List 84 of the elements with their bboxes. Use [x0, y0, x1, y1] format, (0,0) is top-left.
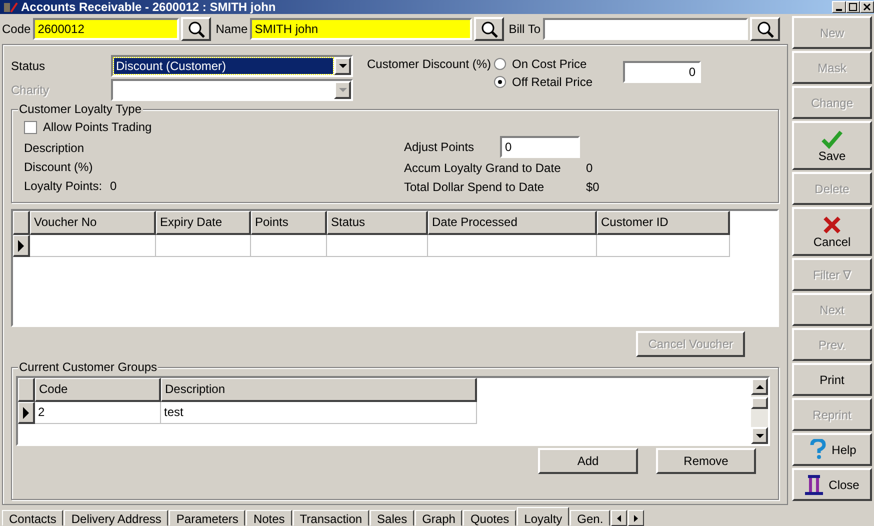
maximize-icon: [849, 3, 857, 11]
field-label: Loyalty Points:: [24, 178, 102, 195]
tab-scroll-left-button[interactable]: [611, 510, 628, 526]
tab[interactable]: Quotes: [463, 510, 516, 526]
radio-option[interactable]: On Cost Price: [494, 55, 593, 73]
column-header[interactable]: Status: [327, 211, 428, 235]
tab[interactable]: Notes: [246, 510, 292, 526]
close-button[interactable]: [860, 1, 874, 13]
doorway-icon: [804, 474, 823, 495]
app-logo-icon: [4, 2, 18, 12]
action-button[interactable]: Add: [538, 448, 638, 474]
search-button[interactable]: [474, 17, 504, 41]
field-label: Accum Loyalty Grand to Date: [404, 160, 562, 176]
tab[interactable]: Graph: [415, 510, 462, 526]
side-button[interactable]: Help: [792, 433, 872, 466]
field-label: Adjust Points: [404, 139, 476, 156]
arrow-right-icon: [634, 514, 638, 522]
search-button[interactable]: [180, 17, 211, 41]
check-icon: [821, 128, 843, 148]
scroll-down-icon: [756, 434, 764, 438]
field-label: Customer Discount (%): [367, 56, 492, 73]
action-button[interactable]: Remove: [656, 448, 756, 474]
question-mark-icon: [808, 439, 826, 460]
table-cell: 2: [35, 402, 161, 424]
text-field[interactable]: SMITH john: [250, 18, 472, 40]
field-label: Charity: [11, 82, 50, 99]
column-header[interactable]: Voucher No: [30, 211, 156, 235]
maximize-button[interactable]: [846, 1, 860, 13]
side-button[interactable]: Cancel: [792, 207, 872, 256]
column-header[interactable]: Points: [251, 211, 327, 235]
column-header[interactable]: Expiry Date: [156, 211, 251, 235]
window-title: Accounts Receivable - 2600012 : SMITH john: [21, 0, 276, 14]
row-indicator[interactable]: [13, 235, 30, 257]
number-field[interactable]: 0: [622, 61, 701, 83]
field-label: Bill To: [508, 21, 540, 38]
tab[interactable]: Loyalty: [517, 507, 570, 526]
tab[interactable]: Contacts: [2, 510, 64, 526]
dropdown-arrow-icon: [338, 88, 346, 92]
row-pointer-icon: [22, 406, 30, 418]
field-value: 0: [586, 160, 593, 176]
group-title: Customer Loyalty Type: [18, 102, 143, 116]
scroll-up-icon: [756, 384, 764, 388]
row-pointer-icon: [17, 240, 25, 252]
side-button[interactable]: Save: [792, 121, 872, 170]
row-indicator[interactable]: [18, 402, 35, 424]
tab[interactable]: Sales: [370, 510, 414, 526]
group-title: Current Customer Groups: [18, 360, 158, 374]
text-field[interactable]: 0: [500, 136, 580, 158]
field-label: Discount (%): [24, 159, 93, 176]
side-button[interactable]: Close: [792, 468, 872, 501]
minimize-button[interactable]: [832, 1, 846, 13]
radio-option[interactable]: Off Retail Price: [494, 73, 593, 91]
column-header[interactable]: Code: [35, 378, 161, 402]
text-field[interactable]: 2600012: [32, 18, 179, 40]
column-header[interactable]: Description: [161, 378, 477, 402]
search-icon: [186, 20, 205, 38]
text-field[interactable]: [542, 18, 748, 40]
dropdown-field[interactable]: Discount (Customer): [111, 55, 353, 77]
field-label: Status: [11, 58, 46, 75]
tab-scroll-right-button[interactable]: [628, 510, 644, 526]
scrollbar[interactable]: [751, 378, 768, 444]
table-cell: test: [161, 402, 477, 424]
arrow-left-icon: [617, 514, 622, 522]
checkbox-option[interactable]: Allow Points Trading: [24, 118, 770, 136]
tab[interactable]: Transaction: [292, 510, 370, 526]
tab[interactable]: Parameters: [169, 510, 246, 526]
field-label: Description: [24, 140, 84, 157]
tab[interactable]: Gen.: [570, 510, 610, 526]
field-label: Name: [216, 21, 248, 38]
scroll-thumb[interactable]: [751, 397, 768, 409]
field-label: Total Dollar Spend to Date: [404, 178, 546, 196]
cross-icon: [822, 214, 842, 234]
field-value: $0: [586, 178, 600, 196]
tab[interactable]: Delivery Address: [64, 510, 168, 526]
search-icon: [756, 20, 774, 38]
close-icon: [863, 3, 871, 11]
column-header[interactable]: Customer ID: [597, 211, 730, 235]
column-header[interactable]: Date Processed: [428, 211, 597, 235]
field-value: 0: [110, 178, 117, 195]
search-icon: [480, 20, 498, 38]
field-label: Code: [2, 21, 31, 38]
dropdown-arrow-icon: [338, 64, 346, 68]
side-button[interactable]: Print: [792, 363, 872, 396]
search-button[interactable]: [750, 17, 780, 41]
